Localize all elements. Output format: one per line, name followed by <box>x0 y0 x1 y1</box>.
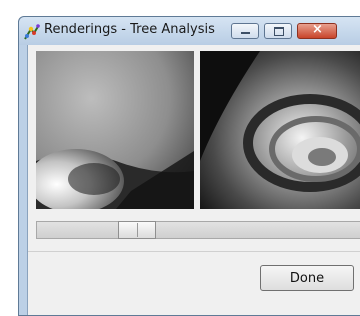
minimize-icon <box>241 32 250 34</box>
renderings-app-icon <box>24 24 40 40</box>
window-client-area: Done <box>27 45 360 315</box>
maximize-button[interactable] <box>264 23 292 39</box>
done-button[interactable]: Done <box>260 265 354 291</box>
slider-thumb[interactable] <box>118 221 156 239</box>
airway-rendering-right[interactable] <box>200 51 360 209</box>
rendering-slider[interactable] <box>36 221 360 239</box>
footer-divider <box>28 251 360 252</box>
rendering-left-image <box>36 51 194 209</box>
close-button[interactable]: × <box>297 22 337 39</box>
rendering-right-image <box>200 51 360 209</box>
title-bar[interactable]: Renderings - Tree Analysis × <box>19 17 360 45</box>
slider-grip <box>137 223 138 237</box>
maximize-icon <box>274 27 284 36</box>
close-icon: × <box>312 22 323 37</box>
minimize-button[interactable] <box>231 23 259 39</box>
renderings-window: Renderings - Tree Analysis × Done <box>18 16 360 316</box>
window-title: Renderings - Tree Analysis <box>44 22 215 37</box>
airway-rendering-left[interactable] <box>36 51 194 209</box>
